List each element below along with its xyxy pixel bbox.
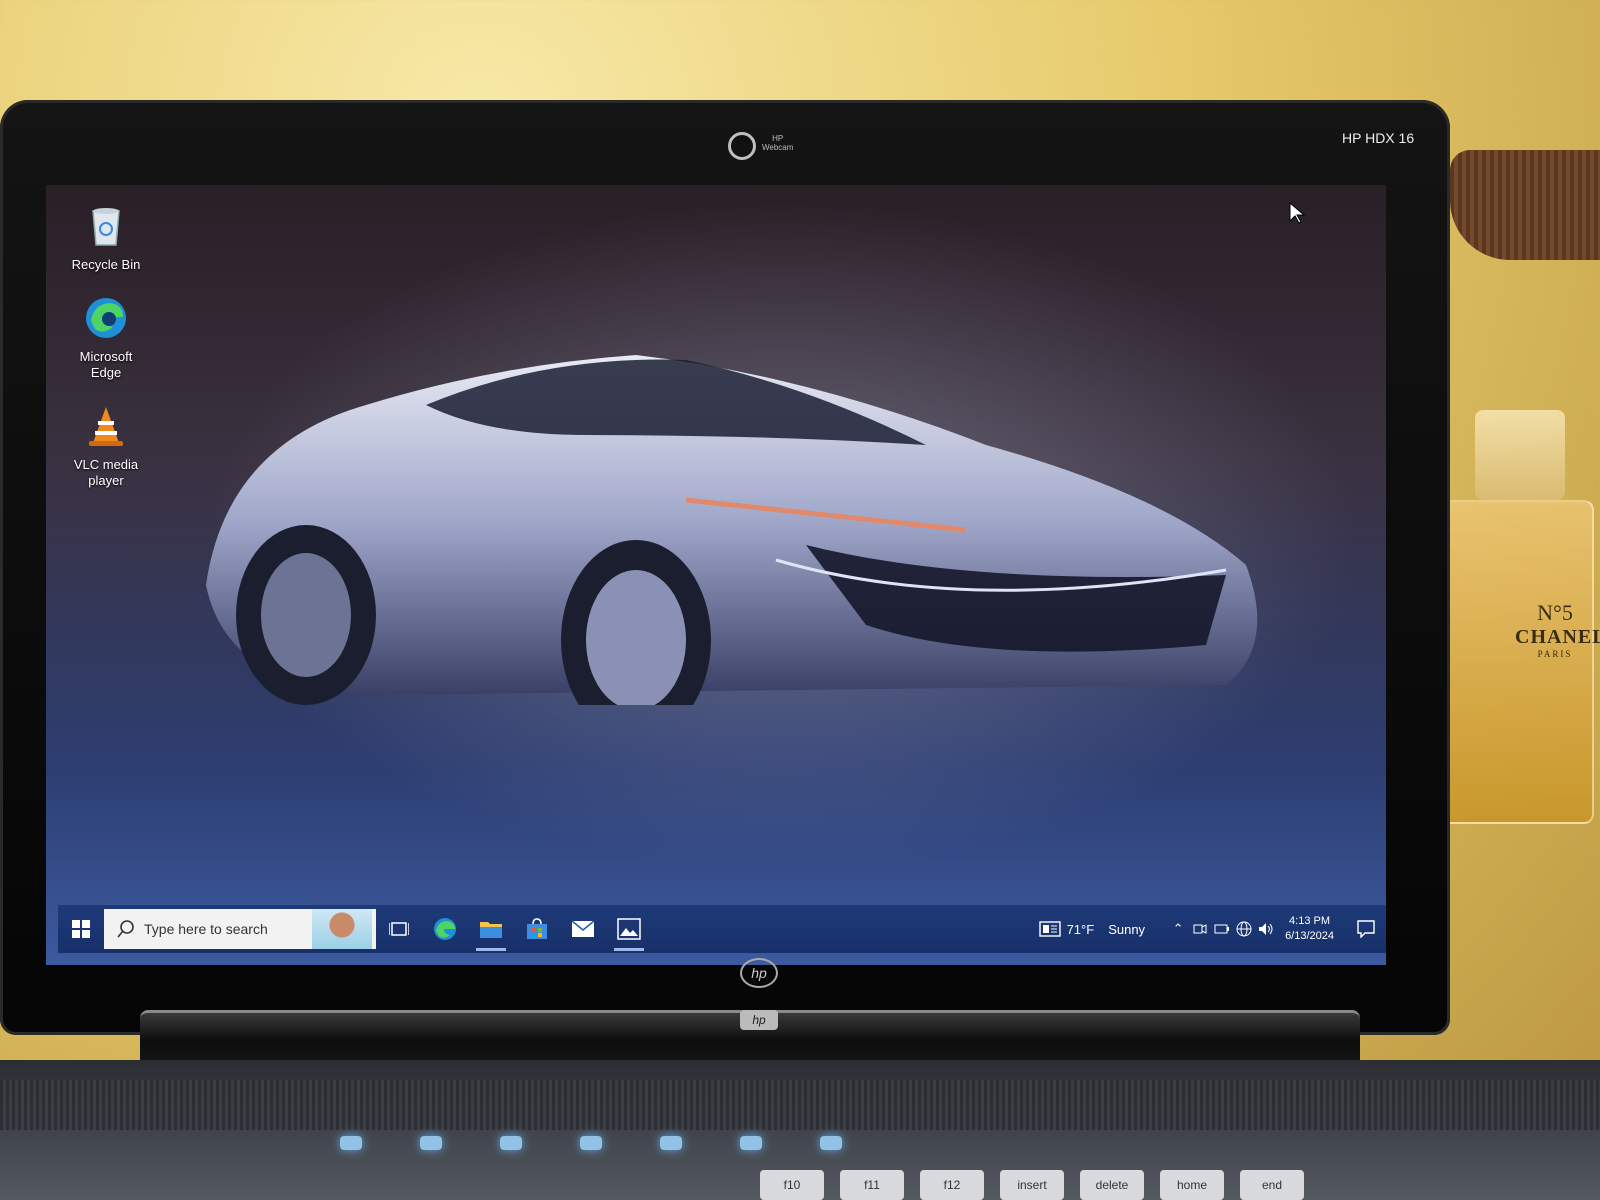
speaker-grille [0, 1080, 1600, 1130]
taskbar-edge[interactable] [422, 905, 468, 953]
chevron-up-icon[interactable]: ⌃ [1167, 918, 1189, 940]
taskbar-photos[interactable] [606, 905, 652, 953]
battery-icon[interactable] [1211, 918, 1233, 940]
webcam-label-line2: Webcam [762, 143, 794, 152]
edge-icon [434, 918, 456, 940]
touch-key[interactable] [340, 1136, 362, 1150]
webcam-label-line1: HP [772, 134, 784, 143]
notification-icon [1357, 920, 1375, 938]
taskbar-file-explorer[interactable] [468, 905, 514, 953]
volume-icon[interactable] [1255, 918, 1277, 940]
desktop-icon-label-2: Edge [90, 365, 122, 380]
desktop-icon-label: Microsoft [79, 349, 133, 364]
windows-logo-icon [72, 920, 90, 938]
desktop-icon-vlc[interactable]: VLC media player [56, 403, 156, 489]
file-explorer-icon [480, 922, 502, 938]
touch-key[interactable] [500, 1136, 522, 1150]
weather-news-icon [1038, 921, 1061, 937]
desktop-icon-microsoft-edge[interactable]: Microsoft Edge [56, 295, 156, 381]
vlc-icon [89, 407, 123, 446]
key-home[interactable]: home [1160, 1170, 1224, 1200]
start-button[interactable] [58, 905, 104, 953]
perfume-cap [1475, 410, 1565, 500]
wallpaper-car [206, 355, 1258, 705]
recycle-bin-icon [92, 208, 120, 246]
hp-logo-hinge: hp [740, 1010, 778, 1030]
key-f11[interactable]: f11 [840, 1170, 904, 1200]
key-insert[interactable]: insert [1000, 1170, 1064, 1200]
search-highlight-image [312, 909, 372, 949]
clock-date: 6/13/2024 [1285, 930, 1334, 942]
touch-key[interactable] [660, 1136, 682, 1150]
desktop-icon-label: Recycle Bin [71, 257, 141, 272]
lamp-fringe [1450, 150, 1600, 260]
search-placeholder: Type here to search [144, 921, 268, 937]
weather-widget[interactable]: 71°F Sunny [1038, 921, 1146, 937]
touch-key[interactable] [420, 1136, 442, 1150]
perfume-label-line3: PARIS [1537, 649, 1573, 659]
meet-now-icon[interactable] [1189, 918, 1211, 940]
key-f10[interactable]: f10 [760, 1170, 824, 1200]
taskbar-store[interactable] [514, 905, 560, 953]
network-globe-icon[interactable] [1233, 918, 1255, 940]
system-tray: 71°F Sunny ⌃ 4:13 PM 6/13/2024 [1038, 905, 1386, 953]
key-end[interactable]: end [1240, 1170, 1304, 1200]
task-view-button[interactable] [376, 905, 422, 953]
touch-key[interactable] [580, 1136, 602, 1150]
mail-icon [571, 920, 595, 937]
edge-icon [86, 298, 126, 338]
perfume-label: N°5 CHANEL PARIS [1515, 600, 1600, 659]
desktop-screen[interactable]: Recycle Bin Microsoft Edge VLC media pla… [46, 185, 1386, 965]
perfume-label-line1: N°5 [1537, 600, 1573, 625]
weather-condition: Sunny [1108, 921, 1146, 937]
keyboard-row: f10 f11 f12 insert delete home end [760, 1170, 1304, 1200]
key-delete[interactable]: delete [1080, 1170, 1144, 1200]
clock[interactable]: 4:13 PM 6/13/2024 [1285, 914, 1334, 944]
search-icon [117, 920, 134, 938]
taskbar: Type here to search 71°F Sunny ⌃ 4:13 PM… [58, 905, 1386, 953]
touch-key[interactable] [820, 1136, 842, 1150]
touch-key[interactable] [740, 1136, 762, 1150]
photos-icon [617, 918, 641, 940]
webcam-label: HP Webcam [762, 134, 793, 152]
store-icon [527, 918, 547, 939]
desktop-icons: Recycle Bin Microsoft Edge VLC media pla… [56, 203, 156, 511]
media-touch-strip [340, 1136, 842, 1162]
clock-time: 4:13 PM [1289, 915, 1331, 927]
perfume-label-line2: CHANEL [1515, 626, 1600, 648]
model-label: HP HDX 16 [1342, 130, 1415, 146]
notification-center-button[interactable] [1346, 920, 1386, 938]
taskbar-mail[interactable] [560, 905, 606, 953]
desktop-icon-label-2: player [88, 473, 124, 488]
mouse-cursor-icon [1289, 201, 1306, 224]
desktop-icon-label: VLC media [73, 457, 139, 472]
taskbar-search-box[interactable]: Type here to search [104, 909, 376, 949]
key-f12[interactable]: f12 [920, 1170, 984, 1200]
weather-temp: 71°F [1066, 921, 1095, 937]
task-view-icon [389, 922, 409, 936]
hp-logo-bezel: hp [740, 958, 778, 988]
perfume-bottle [1440, 500, 1594, 824]
webcam-icon [728, 132, 756, 160]
desktop-icon-recycle-bin[interactable]: Recycle Bin [56, 203, 156, 273]
